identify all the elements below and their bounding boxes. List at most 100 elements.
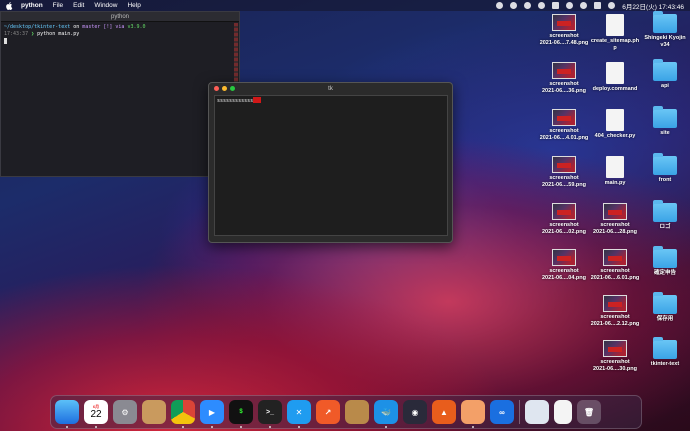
sourcetree-icon[interactable]: ▲	[432, 400, 456, 424]
zoom-icon[interactable]: ▶	[200, 400, 224, 428]
desktop-icon-folder[interactable]: 確定申告	[640, 246, 690, 277]
search-icon[interactable]	[580, 2, 588, 9]
screenshot-thumbnail-icon	[552, 156, 576, 173]
terminal-window: python ~/desktop/tkinter-text on master …	[0, 11, 240, 177]
desktop-icon-folder[interactable]: ロゴ	[640, 200, 690, 231]
iterm-icon[interactable]: $	[229, 400, 253, 428]
screenshot-thumbnail-icon	[603, 340, 627, 357]
desktop-icon-folder[interactable]: site	[640, 106, 690, 137]
desktop-icon-screenshot[interactable]: screenshot 2021-06....28.png	[590, 203, 640, 235]
desktop-icon-screenshot[interactable]: screenshot 2021-06....2.12.png	[590, 295, 640, 327]
tk-text-widget[interactable]: ssssssssssss	[214, 95, 448, 236]
desktop-icon-folder[interactable]: front	[640, 153, 690, 184]
desktop-icon-screenshot[interactable]: screenshot 2021-06....4.01.png	[539, 109, 589, 141]
tk-titlebar[interactable]: tk	[209, 83, 452, 94]
desktop-icon-label: Shingeki Kyojin	[644, 35, 686, 41]
status-circle-icon[interactable]	[496, 2, 504, 9]
desktop-icon-label: front	[658, 177, 672, 183]
desktop-icon-label: 404_checker.py	[594, 133, 636, 139]
desktop-icon-doc[interactable]: main.py	[590, 156, 640, 187]
desktop-icon-sublabel: p	[613, 44, 617, 51]
desktop-icon-screenshot[interactable]: screenshot 2021-06....7.48.png	[539, 14, 589, 46]
desktop-icon-folder[interactable]: Shingeki Kyojin v34	[640, 11, 690, 48]
folder-icon	[653, 106, 677, 128]
screenshot-thumbnail-icon	[552, 14, 576, 31]
terminal-icon[interactable]: >_	[258, 400, 282, 428]
folder-icon	[653, 200, 677, 222]
terminal-body[interactable]: ~/desktop/tkinter-text on master [!] via…	[1, 22, 239, 48]
file-icon	[606, 14, 624, 36]
desktop-icon-label: 保存用	[656, 316, 674, 322]
desktop-icon-label: main.py	[604, 180, 626, 186]
desktop-icon-doc[interactable]: 404_checker.py	[590, 109, 640, 140]
desktop-icon-screenshot[interactable]: screenshot 2021-06....59.png	[539, 156, 589, 188]
screenshot-thumbnail-icon	[552, 203, 576, 220]
status-p-icon[interactable]	[524, 2, 532, 9]
desktop-icon-sublabel: 2021-06....30.png	[592, 365, 638, 372]
siri-icon[interactable]	[608, 2, 616, 9]
calendar-icon[interactable]: 6月 22	[84, 400, 108, 428]
folder-icon	[653, 337, 677, 359]
status-power-icon[interactable]	[510, 2, 518, 9]
tableplus-icon[interactable]: ↗	[316, 400, 340, 424]
preview-icon[interactable]	[461, 400, 485, 428]
screenshot-thumbnail-icon	[603, 249, 627, 266]
quicktime-icon[interactable]: ◉	[403, 400, 427, 424]
contacts-icon[interactable]	[142, 400, 166, 424]
screenshot-thumbnail-icon	[552, 109, 576, 126]
desktop-icon-screenshot[interactable]: screenshot 2021-06....30.png	[590, 340, 640, 372]
screenshot-thumbnail-icon	[603, 295, 627, 312]
archive-icon[interactable]	[345, 400, 369, 424]
chrome-icon[interactable]	[171, 400, 195, 428]
tk-window: tk ssssssssssss	[208, 82, 453, 243]
desktop-icon-label: site	[660, 130, 670, 136]
menu-help[interactable]: Help	[127, 2, 140, 9]
apple-icon[interactable]	[6, 1, 13, 10]
desktop-icon-screenshot[interactable]: screenshot 2021-06....02.png	[539, 203, 589, 235]
desktop-icon-sublabel: 2021-06....59.png	[541, 181, 587, 188]
desktop-icon-screenshot[interactable]: screenshot 2021-06....6.01.png	[590, 249, 640, 281]
menu-app-name[interactable]: python	[21, 2, 43, 9]
screenshot-thumbnail-icon	[552, 62, 576, 79]
menu-file[interactable]: File	[53, 2, 63, 9]
menu-window[interactable]: Window	[94, 2, 117, 9]
desktop-icon-label: create_sitemap.ph	[590, 38, 640, 44]
desktop-icon-label: api	[661, 83, 669, 89]
desktop-icon-folder[interactable]: api	[640, 59, 690, 90]
desktop-icon-folder[interactable]: tkinter-text	[640, 337, 690, 368]
terminal-titlebar[interactable]: python	[1, 12, 239, 22]
menu-edit[interactable]: Edit	[73, 2, 84, 9]
docker-icon[interactable]: 🐳	[374, 400, 398, 428]
document-icon[interactable]	[554, 400, 572, 424]
dock: 6月 22 ⚙ ▶ $ >_ ✕ ↗ 🐳 ◉ ▲ ∞ 🗑	[50, 395, 642, 429]
desktop-icon-screenshot[interactable]: screenshot 2021-06....04.png	[539, 249, 589, 281]
folder-icon	[653, 59, 677, 81]
desktop-icon-doc[interactable]: deploy.command	[590, 62, 640, 93]
infinity-icon[interactable]: ∞	[490, 400, 514, 424]
terminal-title: python	[110, 13, 129, 20]
desktop-icon-sublabel: v34	[660, 41, 670, 48]
cloud-icon[interactable]	[538, 2, 546, 9]
terminal-line-1: ~/desktop/tkinter-text on master [!] via…	[4, 24, 146, 30]
system-preferences-icon[interactable]: ⚙	[113, 400, 137, 424]
folder-icon	[653, 292, 677, 314]
desktop-icon-doc[interactable]: create_sitemap.ph p	[590, 14, 640, 51]
vscode-icon[interactable]: ✕	[287, 400, 311, 428]
python-launcher-icon[interactable]	[525, 400, 549, 424]
desktop-icon-sublabel: 2021-06....02.png	[541, 228, 587, 235]
finder-icon[interactable]	[55, 400, 79, 428]
desktop-icon-screenshot[interactable]: screenshot 2021-06....36.png	[539, 62, 589, 94]
tk-text-content: ssssssssssss	[217, 97, 254, 104]
folder-icon	[653, 11, 677, 33]
desktop-icon-sublabel: 2021-06....6.01.png	[590, 274, 640, 281]
desktop-icon-sublabel: 2021-06....2.12.png	[590, 320, 640, 327]
desktop-icon-sublabel: 2021-06....28.png	[592, 228, 638, 235]
file-icon	[606, 62, 624, 84]
control-center-icon[interactable]	[594, 2, 602, 9]
wifi-icon[interactable]	[566, 2, 574, 9]
clock[interactable]: 6月22日(火) 17:43:46	[622, 1, 684, 11]
battery-icon[interactable]	[552, 2, 560, 9]
trash-icon[interactable]: 🗑	[577, 400, 601, 424]
desktop-icon-folder[interactable]: 保存用	[640, 292, 690, 323]
file-icon	[606, 156, 624, 178]
